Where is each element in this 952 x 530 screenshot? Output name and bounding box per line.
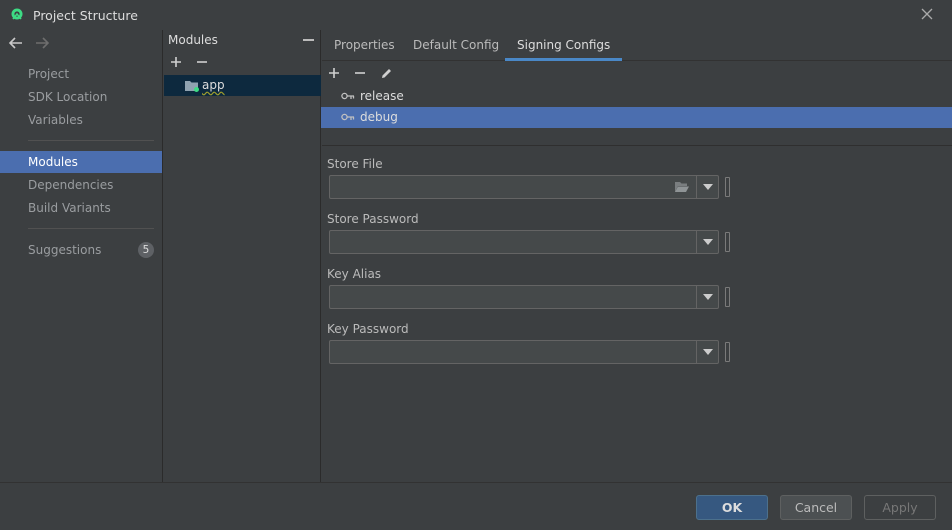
minus-icon <box>355 72 365 74</box>
key-alias-variable-marker[interactable] <box>725 287 730 307</box>
nav-item-modules[interactable]: Modules <box>0 151 162 173</box>
nav-item-label: Project <box>28 67 70 81</box>
modules-header: Modules <box>168 33 218 47</box>
module-item-app[interactable]: app <box>164 75 321 96</box>
remove-module-button[interactable] <box>194 54 210 70</box>
section-divider <box>322 145 952 146</box>
collapse-panel-button[interactable] <box>303 39 314 41</box>
signing-config-debug[interactable]: debug <box>321 107 952 128</box>
ok-button[interactable]: OK <box>696 495 768 520</box>
signing-config-label: debug <box>360 110 398 124</box>
arrow-left-icon[interactable] <box>8 36 24 50</box>
tab-bar: Properties Default Config Signing Config… <box>322 30 952 61</box>
store-password-label: Store Password <box>327 212 419 226</box>
tab-label: Default Config <box>413 38 500 52</box>
module-label: app <box>202 78 225 92</box>
key-password-field[interactable] <box>329 340 719 364</box>
key-icon <box>341 113 355 121</box>
store-file-field[interactable] <box>329 175 719 199</box>
cancel-button[interactable]: Cancel <box>780 495 852 520</box>
tab-default-config[interactable]: Default Config <box>401 30 511 61</box>
window-title: Project Structure <box>33 8 138 23</box>
store-password-variable-marker[interactable] <box>725 232 730 252</box>
nav-item-label: Build Variants <box>28 201 111 215</box>
add-module-button[interactable] <box>168 54 184 70</box>
store-file-dropdown[interactable] <box>696 176 718 198</box>
nav-item-project[interactable]: Project <box>0 63 162 85</box>
module-folder-icon <box>185 81 199 92</box>
nav-item-sdk-location[interactable]: SDK Location <box>0 86 162 108</box>
signing-config-label: release <box>360 89 404 103</box>
tab-properties[interactable]: Properties <box>322 30 407 61</box>
pencil-icon <box>381 68 391 78</box>
nav-item-label: SDK Location <box>28 90 108 104</box>
apply-button[interactable]: Apply <box>864 495 936 520</box>
nav-item-dependencies[interactable]: Dependencies <box>0 174 162 196</box>
minus-icon <box>197 61 207 63</box>
store-password-dropdown[interactable] <box>696 231 718 253</box>
folder-open-icon[interactable] <box>674 180 690 194</box>
key-password-variable-marker[interactable] <box>725 342 730 362</box>
modules-panel: Modules app <box>163 30 321 482</box>
close-icon <box>921 8 933 20</box>
nav-item-label: Variables <box>28 113 83 127</box>
nav-item-label: Suggestions <box>28 243 102 257</box>
remove-signing-config-button[interactable] <box>352 65 368 81</box>
suggestions-count-badge: 5 <box>138 242 154 258</box>
store-file-label: Store File <box>327 157 383 171</box>
close-button[interactable] <box>918 5 936 23</box>
store-password-field[interactable] <box>329 230 719 254</box>
tab-signing-configs[interactable]: Signing Configs <box>505 30 623 61</box>
store-file-variable-marker[interactable] <box>725 177 730 197</box>
nav-item-variables[interactable]: Variables <box>0 109 162 131</box>
key-alias-label: Key Alias <box>327 267 382 281</box>
dialog-button-bar: OK Cancel Apply <box>0 482 952 530</box>
rename-signing-config-button[interactable] <box>378 65 394 81</box>
tab-label: Properties <box>334 38 395 52</box>
add-signing-config-button[interactable] <box>326 65 342 81</box>
chevron-down-icon <box>702 184 713 190</box>
key-alias-field[interactable] <box>329 285 719 309</box>
nav-divider <box>28 228 154 229</box>
chevron-down-icon <box>702 294 713 300</box>
module-settings-panel: Properties Default Config Signing Config… <box>321 30 952 482</box>
nav-item-label: Modules <box>28 155 78 169</box>
tab-label: Signing Configs <box>517 38 611 52</box>
signing-config-release[interactable]: release <box>321 86 952 107</box>
title-bar: Project Structure <box>0 0 952 30</box>
nav-divider <box>28 140 154 141</box>
chevron-down-icon <box>702 239 713 245</box>
chevron-down-icon <box>702 349 713 355</box>
key-password-label: Key Password <box>327 322 409 336</box>
nav-item-build-variants[interactable]: Build Variants <box>0 197 162 219</box>
plus-icon <box>329 68 339 78</box>
android-studio-icon <box>11 8 23 20</box>
key-icon <box>341 92 355 100</box>
navigation-panel: Project SDK Location Variables Modules D… <box>0 30 163 482</box>
key-alias-dropdown[interactable] <box>696 286 718 308</box>
arrow-right-icon[interactable] <box>34 36 50 50</box>
key-password-dropdown[interactable] <box>696 341 718 363</box>
nav-item-label: Dependencies <box>28 178 114 192</box>
plus-icon <box>171 57 181 67</box>
